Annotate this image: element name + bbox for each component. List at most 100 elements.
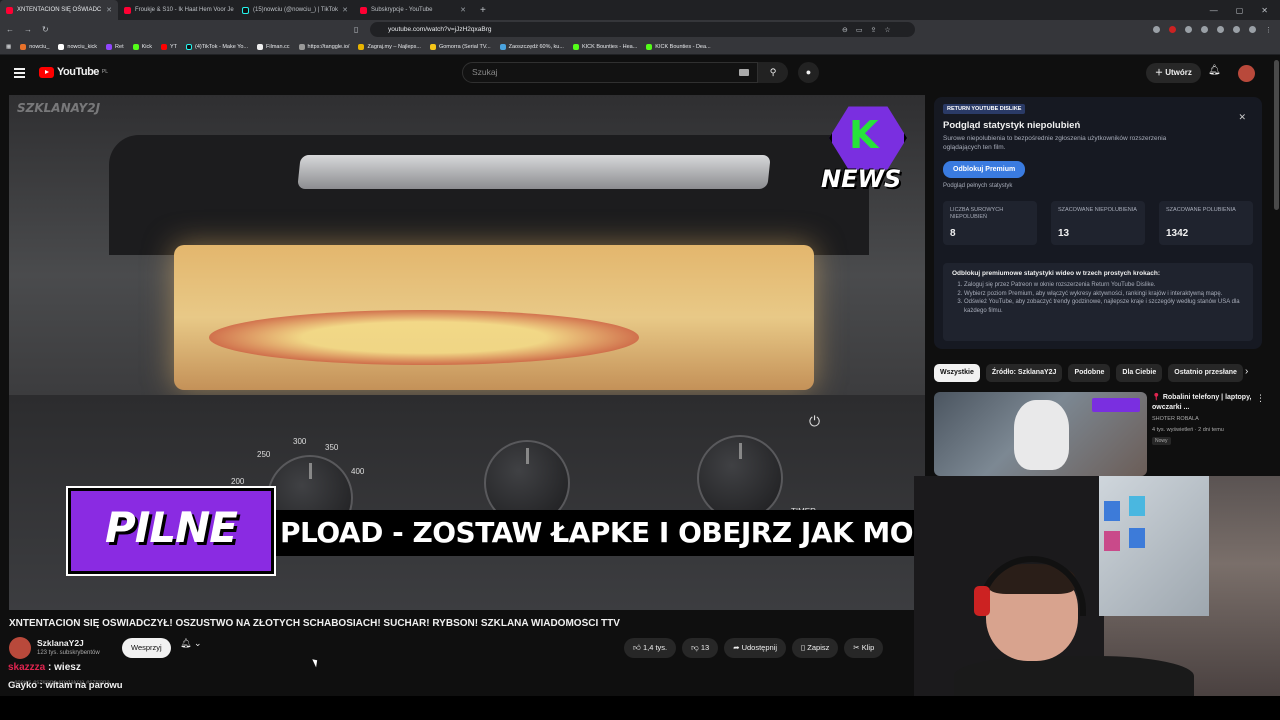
microphone-icon: ●	[805, 67, 812, 77]
unlock-premium-button[interactable]: Odblokuj Premium	[943, 161, 1026, 178]
close-icon[interactable]: ✕	[106, 6, 112, 14]
power-icon: ⏻	[809, 413, 821, 429]
download-icon[interactable]	[1233, 25, 1240, 33]
kick-logo-icon: K	[849, 113, 879, 157]
share-button[interactable]: ➦ Udostępnij	[724, 638, 787, 658]
zoom-icon[interactable]: ⊖	[842, 26, 848, 34]
account-avatar[interactable]	[1238, 65, 1255, 82]
share-label: Udostępnij	[741, 643, 778, 652]
bookmark-favicon-icon	[257, 43, 264, 50]
chip-similar[interactable]: Podobne	[1068, 364, 1111, 382]
chevron-right-icon[interactable]: ›	[1245, 366, 1248, 377]
step-item: Zaloguj się przez Patreon w oknie rozsze…	[964, 281, 1244, 290]
chat-message: Gayko : witam na parowu	[8, 680, 123, 691]
maximize-icon[interactable]: ▢	[1236, 6, 1244, 15]
browser-tab[interactable]: Subskrypcje - YouTube ✕	[354, 0, 472, 20]
bookmark-item[interactable]: (4)TikTok - Make Yo...	[186, 43, 248, 50]
page-scrollbar[interactable]	[1274, 60, 1279, 210]
bookmark-item[interactable]: Gomorra (Serial TV...	[429, 43, 491, 50]
channel-name[interactable]: SzklanaY2J	[37, 638, 84, 648]
kick-icon	[646, 43, 653, 50]
youtube-icon	[124, 6, 131, 14]
youtube-logo[interactable]: YouTube PL	[39, 66, 108, 78]
search-button[interactable]: ⚲	[758, 62, 788, 83]
wall-poster	[1129, 528, 1145, 548]
apps-icon[interactable]: ▦	[6, 44, 11, 50]
puzzle-icon[interactable]	[1217, 25, 1224, 33]
bookmark-item[interactable]: Ret	[106, 43, 124, 50]
recommended-meta: 4 tys. wyświetleń · 2 dni temu	[1152, 427, 1224, 433]
chip-all[interactable]: Wszystkie	[934, 364, 980, 382]
bookmark-icon[interactable]: ▯	[354, 25, 358, 34]
extension-icon[interactable]	[1169, 25, 1176, 33]
youtube-icon	[360, 6, 367, 14]
install-icon[interactable]: ▭	[856, 26, 863, 34]
bookmark-item[interactable]: nowciu_kick	[58, 43, 97, 50]
logo-text: YouTube	[57, 66, 99, 78]
video-actions: 👍︎ 1,4 tys. 👎︎ 13 ➦ Udostępnij ▯ Zapisz …	[624, 638, 884, 658]
bookmark-item[interactable]: KICK Bounties - Hea...	[572, 43, 637, 50]
new-tab-button[interactable]: +	[472, 5, 494, 16]
close-icon[interactable]: ✕	[460, 6, 466, 14]
chip-for-you[interactable]: Dla Ciebie	[1116, 364, 1163, 382]
video-title: XNTENTACION SIĘ OŚWIADCZYŁ! OSZUSTWO NA …	[9, 618, 620, 629]
profile-icon[interactable]	[1249, 25, 1256, 33]
news-badge: K NEWS	[821, 103, 911, 203]
ryd-title: Podgląd statystyk niepolubień	[943, 120, 1081, 131]
ryd-tag: RETURN YOUTUBE DISLIKE	[943, 104, 1026, 114]
close-icon[interactable]: ✕	[1238, 112, 1246, 123]
news-text: NEWS	[821, 165, 902, 193]
back-icon[interactable]: ←	[6, 25, 14, 34]
chip-recent[interactable]: Ostatnio przesłane	[1168, 364, 1243, 382]
star-icon[interactable]: ☆	[884, 26, 890, 34]
close-icon[interactable]: ✕	[342, 6, 348, 14]
chip-source[interactable]: Źródło: SzklanaY2J	[985, 364, 1063, 382]
recommended-video-title[interactable]: 📍︎ Robalini telefony | laptopy, owczarki…	[1152, 393, 1252, 412]
search-input[interactable]: Szukaj	[462, 62, 758, 83]
hamburger-menu-icon[interactable]	[14, 68, 25, 80]
video-player[interactable]: 200 250 300 350 400 TIMER ⏻ SZKLANAY2J K…	[9, 95, 925, 610]
bookmark-item[interactable]: YT	[161, 43, 177, 50]
mouse-cursor	[312, 657, 320, 668]
dislike-button[interactable]: 👎︎ 13	[682, 638, 719, 658]
bookmark-item[interactable]: KICK Bounties - Dea...	[646, 43, 711, 50]
share-icon[interactable]: ⇪	[871, 26, 877, 34]
tab-label: (15)nowciu (@nowciu_) | TikTok	[253, 7, 339, 13]
extension-icon[interactable]	[1153, 25, 1160, 33]
browser-tab[interactable]: XNTENTACION SIĘ OŚWIADC ✕	[0, 0, 118, 20]
chat-text: witam na parowu	[45, 680, 123, 691]
bookmark-item[interactable]: https://tanggle.io/	[298, 43, 349, 50]
channel-avatar[interactable]	[9, 637, 31, 659]
create-button[interactable]: ＋ Utwórz	[1146, 63, 1201, 83]
close-window-icon[interactable]: ✕	[1261, 6, 1268, 15]
browser-tab[interactable]: (15)nowciu (@nowciu_) | TikTok ✕	[236, 0, 354, 20]
extension-icon[interactable]	[1185, 25, 1192, 33]
save-button[interactable]: ▯ Zapisz	[792, 638, 839, 658]
chevron-down-icon: ⌄	[193, 638, 202, 648]
like-button[interactable]: 👍︎ 1,4 tys.	[624, 638, 677, 658]
browser-tab[interactable]: Froukje & S10 - Ik Haat Hem Voor Je ✕	[118, 0, 236, 20]
more-icon[interactable]: ⋮	[1265, 26, 1272, 34]
notifications-bell-icon[interactable]: 🔔︎	[1208, 65, 1221, 76]
forward-icon[interactable]: →	[24, 25, 32, 34]
support-button[interactable]: Wesprzyj	[122, 638, 171, 658]
recommended-video-thumbnail[interactable]	[934, 392, 1147, 476]
keyboard-icon[interactable]	[739, 69, 749, 76]
bookmark-item[interactable]: Zagraj.my – Najleps...	[358, 43, 421, 50]
more-vertical-icon[interactable]: ⋮	[1256, 393, 1265, 404]
recommended-channel[interactable]: SHOTER ROBALA	[1152, 416, 1199, 422]
reload-icon[interactable]: ↻	[42, 25, 49, 34]
bookmark-item[interactable]: nowciu_	[20, 43, 49, 50]
extension-icon[interactable]	[1201, 25, 1208, 33]
pilne-banner: PILNE	[68, 488, 274, 574]
tab-label: Subskrypcje - YouTube	[371, 7, 433, 13]
subscription-bell-button[interactable]: 🔔︎ ⌄	[180, 638, 202, 649]
clip-button[interactable]: ✂ Klip	[844, 638, 884, 658]
url-field[interactable]: youtube.com/watch?v=jJzH2qxaBrg	[370, 22, 915, 37]
voice-search-button[interactable]: ●	[798, 62, 819, 83]
minimize-icon[interactable]: —	[1210, 6, 1218, 15]
bookmark-item[interactable]: Filman.cc	[257, 43, 290, 50]
bookmark-item[interactable]: Kick	[132, 43, 152, 50]
bookmark-item[interactable]: Zaoszczędź 60%, ku...	[499, 43, 564, 50]
url-text: youtube.com/watch?v=jJzH2qxaBrg	[388, 26, 492, 33]
